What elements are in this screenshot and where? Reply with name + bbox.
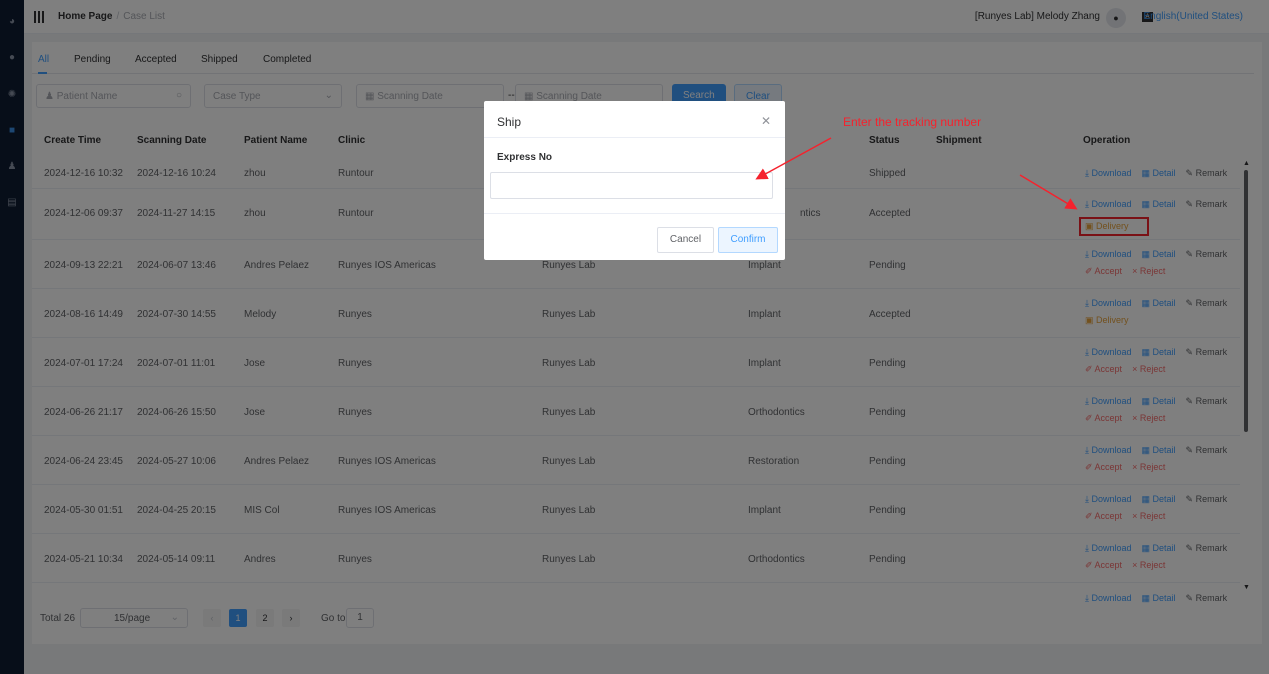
divider	[484, 137, 785, 138]
express-no-label: Express No	[497, 152, 553, 163]
express-no-input[interactable]	[490, 172, 773, 199]
close-icon[interactable]: ✕	[761, 114, 771, 128]
ship-dialog: Ship ✕ Express No Cancel Confirm	[484, 101, 785, 260]
dialog-title: Ship	[497, 115, 522, 129]
cancel-button[interactable]: Cancel	[657, 227, 714, 253]
annotation-text: Enter the tracking number	[843, 115, 982, 129]
confirm-button[interactable]: Confirm	[718, 227, 778, 253]
divider	[484, 213, 785, 214]
